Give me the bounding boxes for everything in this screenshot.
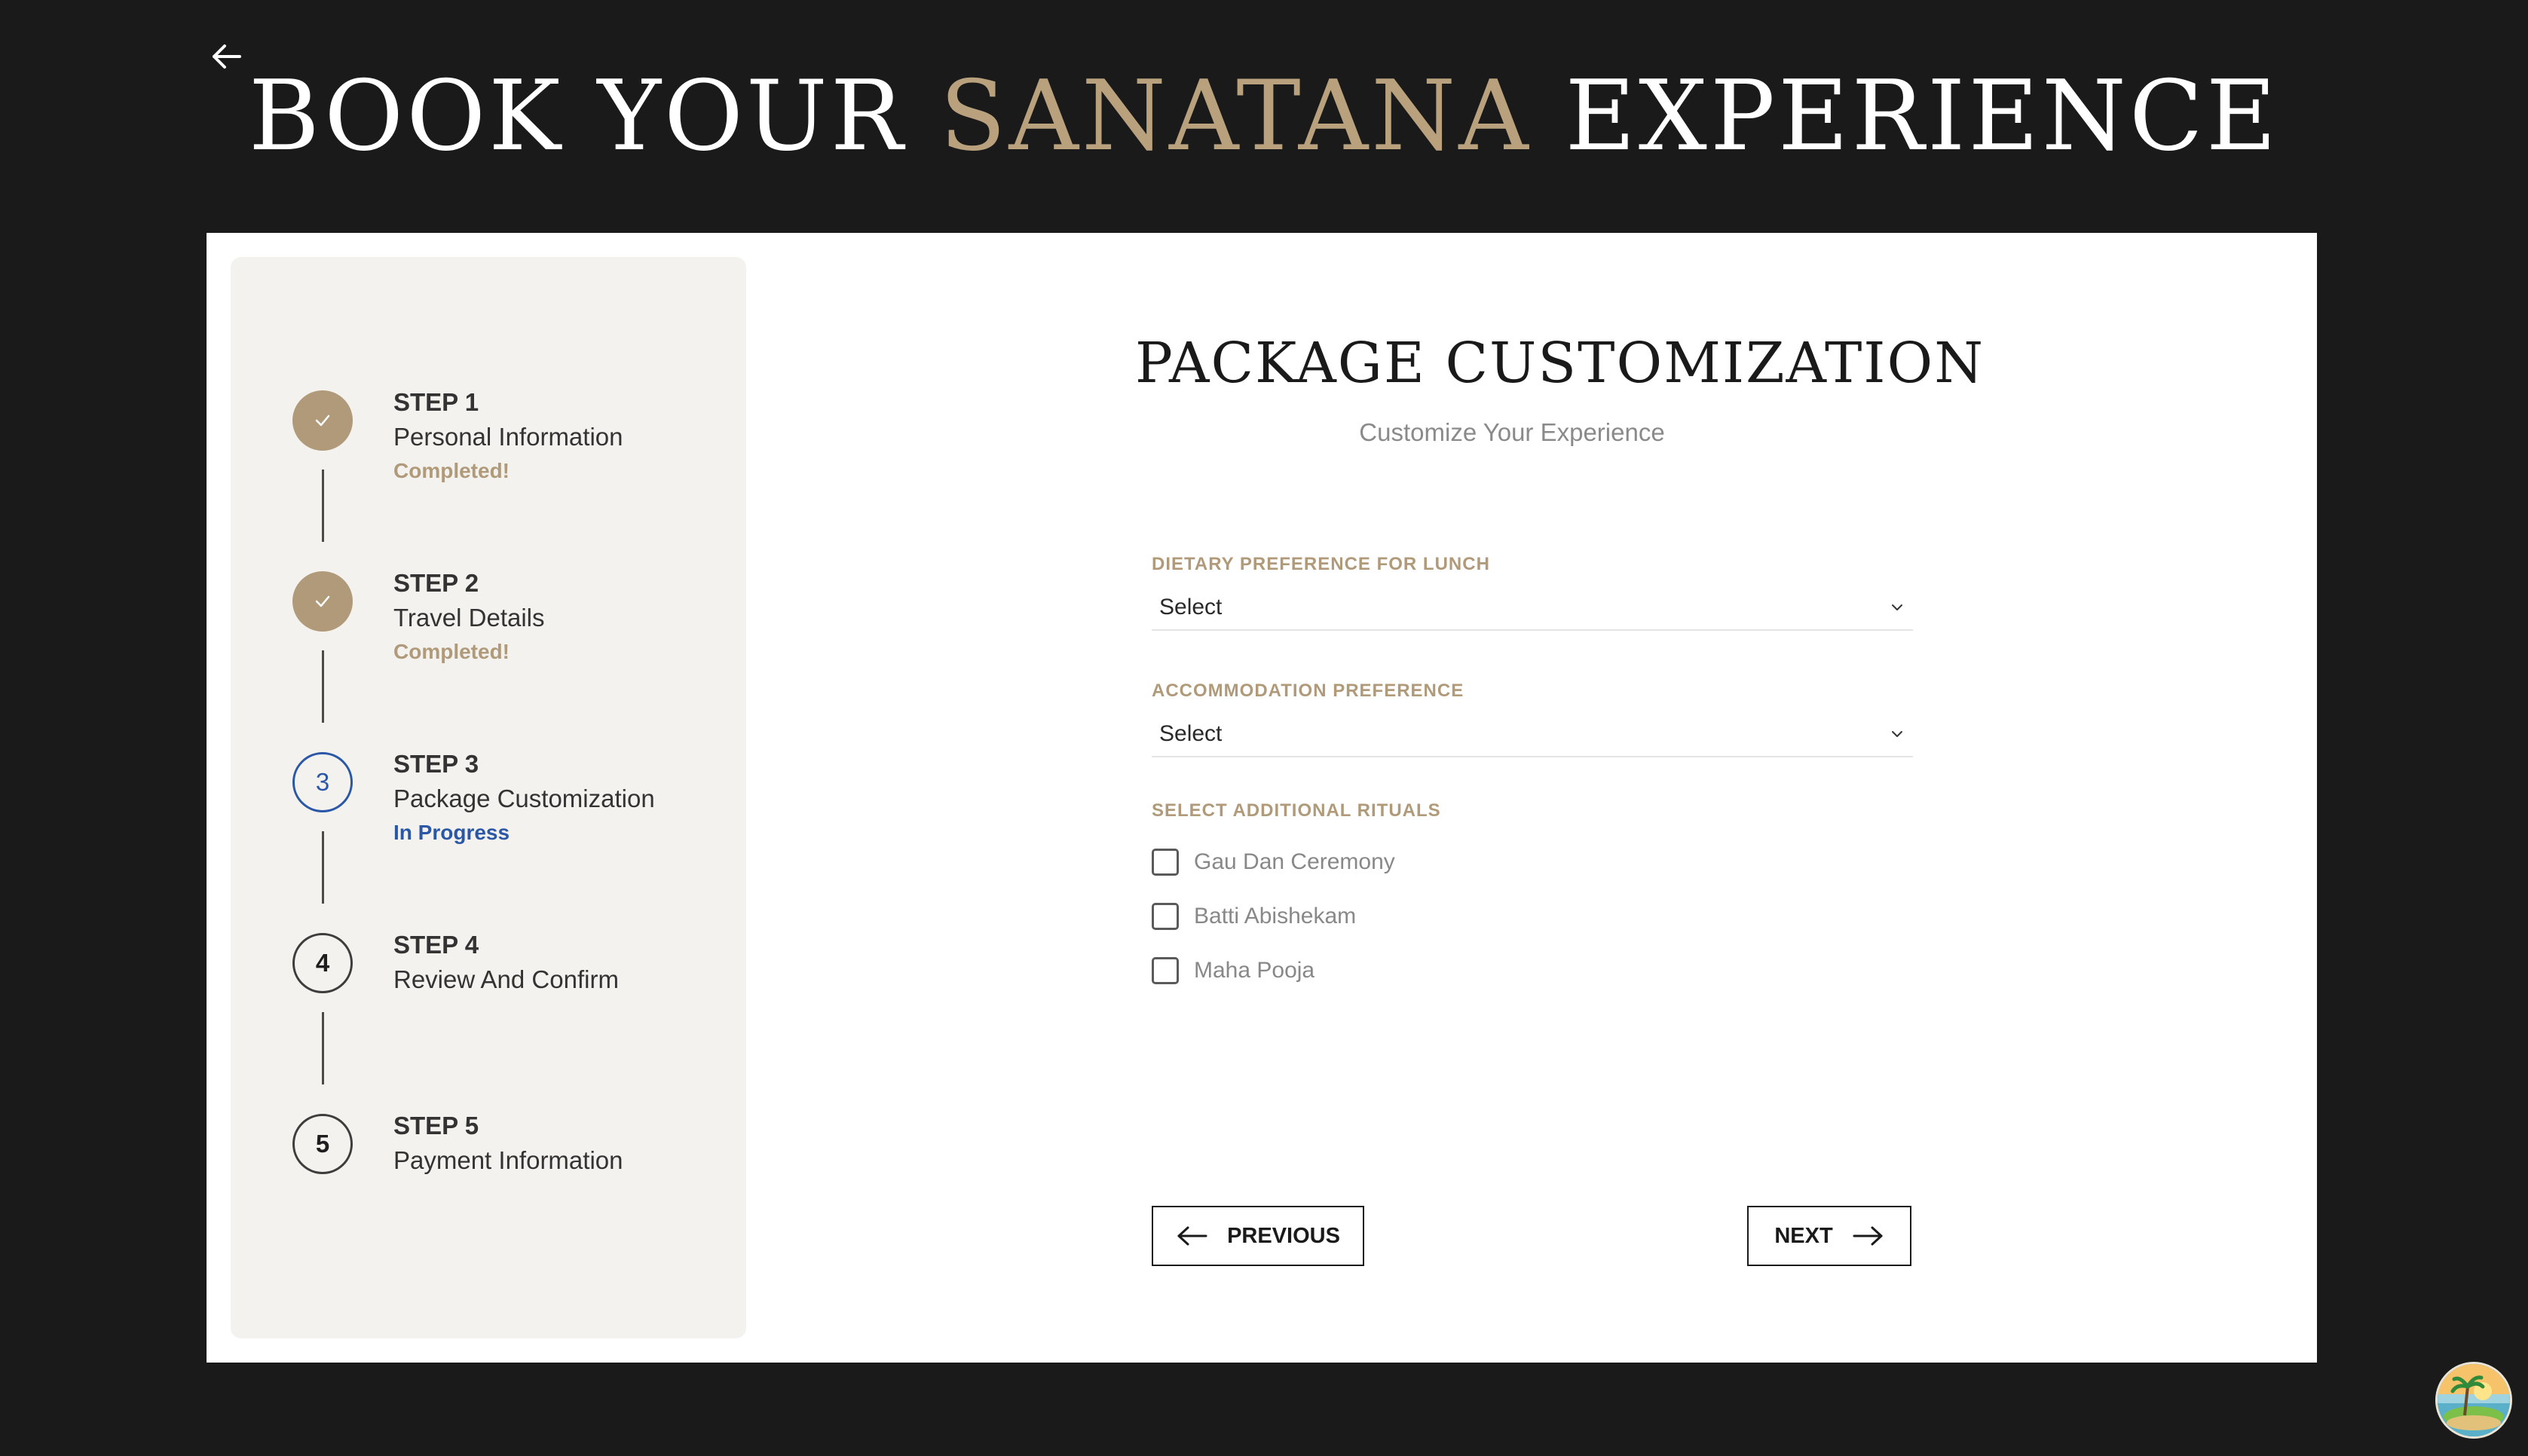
step-connector [322, 1012, 324, 1084]
step-title: Personal Information [393, 423, 623, 451]
chevron-down-icon [1892, 731, 1902, 737]
title-part-1: BOOK YOUR [248, 60, 907, 173]
stepper-panel: STEP 1 Personal Information Completed! S… [231, 257, 746, 1338]
step-label: STEP 4 [393, 931, 479, 959]
accommodation-preference-field: ACCOMMODATION PREFERENCE Select [1152, 681, 1913, 757]
form-title: PACKAGE CUSTOMIZATION [1135, 331, 1985, 396]
checkmark-icon [315, 595, 330, 607]
dietary-preference-select[interactable]: Select [1152, 586, 1913, 631]
step-1-check-badge [292, 390, 353, 451]
step-title: Payment Information [393, 1146, 623, 1174]
island-logo-graphic [2438, 1364, 2510, 1436]
step-4-number-badge: 4 [292, 933, 353, 993]
chevron-down-icon [1892, 604, 1902, 610]
island-logo-icon[interactable] [2438, 1364, 2510, 1436]
dietary-preference-field: DIETARY PREFERENCE FOR LUNCH Select [1152, 554, 1913, 631]
step-label: STEP 3 [393, 750, 479, 778]
dietary-preference-label: DIETARY PREFERENCE FOR LUNCH [1152, 554, 1490, 574]
step-title: Package Customization [393, 785, 655, 812]
step-status: In Progress [393, 821, 510, 844]
dietary-preference-value: Select [1159, 595, 1223, 619]
step-connector [322, 831, 324, 904]
ritual-checkbox[interactable] [1152, 903, 1179, 930]
accommodation-preference-value: Select [1159, 721, 1223, 746]
ritual-option[interactable]: Gau Dan Ceremony [1152, 847, 1913, 877]
step-status: Completed! [393, 459, 510, 482]
step-label: STEP 1 [393, 388, 479, 416]
step-title: Review And Confirm [393, 965, 619, 993]
step-3-number-badge: 3 [292, 752, 353, 812]
step-5-number-badge: 5 [292, 1114, 353, 1174]
ritual-checkbox[interactable] [1152, 957, 1179, 984]
ritual-option[interactable]: Batti Abishekam [1152, 901, 1913, 931]
form-subtitle: Customize Your Experience [1359, 418, 1665, 446]
step-title: Travel Details [393, 604, 545, 632]
ritual-option-label: Maha Pooja [1194, 958, 1315, 983]
accommodation-preference-select[interactable]: Select [1152, 712, 1913, 757]
step-status: Completed! [393, 640, 510, 663]
additional-rituals-field: SELECT ADDITIONAL RITUALS Gau Dan Ceremo… [1152, 800, 1913, 986]
next-button-label: NEXT [1774, 1223, 1833, 1248]
ritual-option-label: Batti Abishekam [1194, 904, 1357, 928]
checkmark-icon [315, 414, 330, 427]
additional-rituals-label: SELECT ADDITIONAL RITUALS [1152, 800, 1441, 821]
ritual-option[interactable]: Maha Pooja [1152, 956, 1913, 986]
step-connector [322, 650, 324, 723]
step-connector [322, 470, 324, 542]
step-label: STEP 5 [393, 1112, 479, 1139]
ritual-checkbox[interactable] [1152, 849, 1179, 876]
title-part-2: EXPERIENCE [1565, 60, 2280, 173]
rituals-checkbox-list: Gau Dan Ceremony Batti Abishekam Maha Po… [1152, 847, 1913, 986]
previous-button[interactable]: PREVIOUS [1152, 1206, 1364, 1266]
arrow-left-icon [1177, 1226, 1207, 1246]
booking-card: STEP 1 Personal Information Completed! S… [207, 233, 2317, 1363]
next-button[interactable]: NEXT [1747, 1206, 1911, 1266]
title-accent: SANATANA [939, 60, 1532, 173]
previous-button-label: PREVIOUS [1227, 1223, 1340, 1248]
step-label: STEP 2 [393, 569, 479, 597]
step-2-check-badge [292, 571, 353, 632]
accommodation-preference-label: ACCOMMODATION PREFERENCE [1152, 681, 1464, 701]
page-title: BOOK YOUR SANATANA EXPERIENCE [0, 60, 2528, 173]
arrow-right-icon [1853, 1226, 1883, 1246]
ritual-option-label: Gau Dan Ceremony [1194, 849, 1395, 874]
